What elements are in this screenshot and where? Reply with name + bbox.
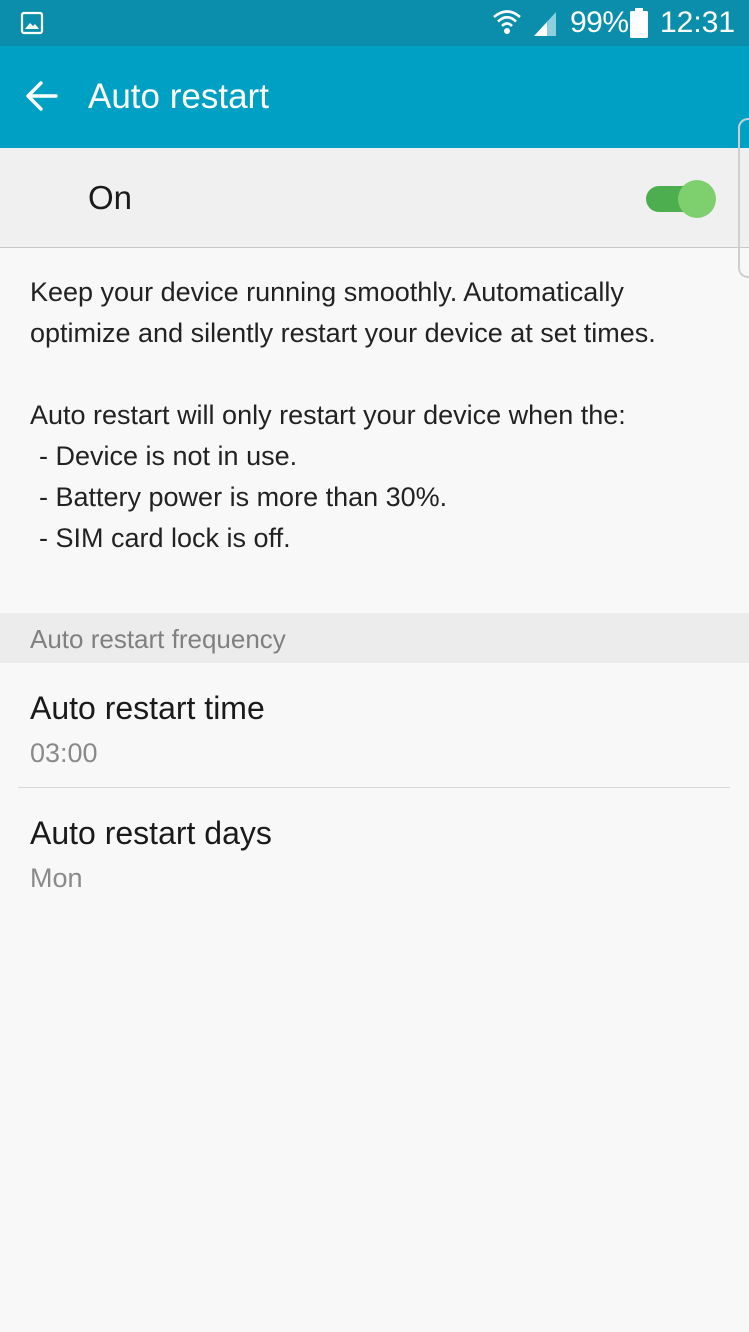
- battery-icon: [630, 8, 648, 38]
- divider: [18, 787, 730, 788]
- wifi-icon: [493, 10, 521, 34]
- section-header-label: Auto restart frequency: [30, 624, 286, 654]
- description-text: Keep your device running smoothly. Autom…: [30, 272, 730, 559]
- condition-item: - Device is not in use.: [39, 441, 298, 471]
- description-intro: Keep your device running smoothly. Autom…: [30, 277, 656, 348]
- battery-percentage: 99%: [570, 6, 629, 39]
- auto-restart-time-row[interactable]: Auto restart time 03:00: [0, 664, 749, 788]
- page-title: Auto restart: [88, 77, 269, 116]
- edge-panel-handle[interactable]: [738, 118, 749, 278]
- setting-value: Mon: [30, 863, 83, 893]
- switch-thumb: [678, 180, 716, 218]
- setting-value: 03:00: [30, 738, 98, 768]
- arrow-left-icon[interactable]: [22, 78, 62, 114]
- master-switch-label: On: [88, 179, 133, 216]
- master-toggle-switch[interactable]: [646, 180, 716, 218]
- auto-restart-days-row[interactable]: Auto restart days Mon: [0, 789, 749, 913]
- setting-title: Auto restart time: [30, 690, 265, 726]
- section-header: Auto restart frequency: [0, 613, 749, 663]
- signal-icon: [534, 12, 556, 36]
- condition-item: - SIM card lock is off.: [39, 523, 291, 553]
- status-bar: 99% 12:31: [0, 0, 749, 46]
- condition-heading: Auto restart will only restart your devi…: [30, 400, 626, 430]
- app-bar: Auto restart: [0, 46, 749, 148]
- condition-item: - Battery power is more than 30%.: [39, 482, 448, 512]
- status-clock: 12:31: [660, 6, 736, 39]
- master-switch-row[interactable]: On: [0, 148, 749, 248]
- gallery-icon: [20, 11, 44, 35]
- setting-title: Auto restart days: [30, 815, 272, 851]
